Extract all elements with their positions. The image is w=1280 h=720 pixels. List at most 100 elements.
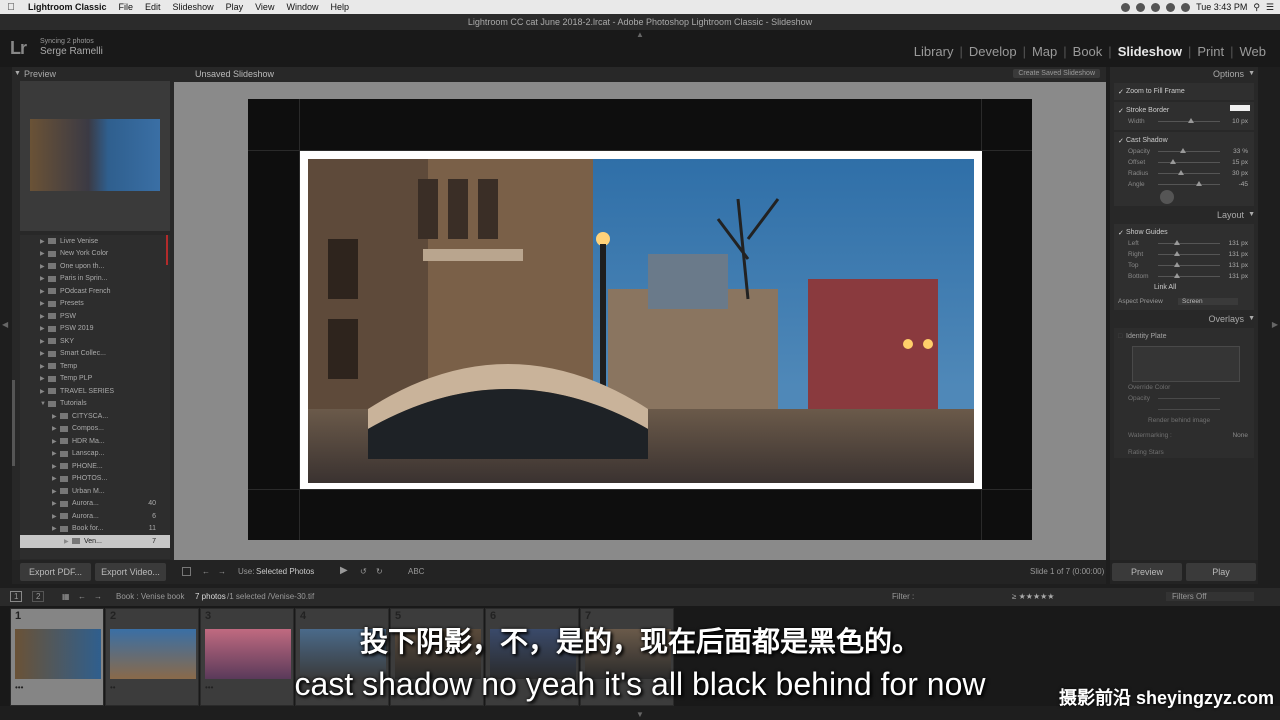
export-video-button[interactable]: Export Video... <box>95 563 166 581</box>
disclosure-triangle-icon[interactable]: ▶ <box>40 250 48 257</box>
sync-status[interactable]: Syncing 2 photos <box>40 38 94 45</box>
stroke-color-swatch[interactable] <box>1230 105 1250 111</box>
menu-list-icon[interactable]: ☰ <box>1266 2 1274 13</box>
filters-off-select[interactable]: Filters Off <box>1166 592 1254 601</box>
right-guide-slider[interactable]: Right 131 px <box>1118 249 1250 260</box>
slide-photo[interactable] <box>308 159 974 483</box>
export-pdf-button[interactable]: Export PDF... <box>20 563 91 581</box>
slide-canvas[interactable] <box>248 99 1032 540</box>
collection-item[interactable]: ▶ New York Color <box>20 248 170 261</box>
collection-item[interactable]: ▶ POdcast French <box>20 285 170 298</box>
menu-window[interactable]: Window <box>280 2 324 12</box>
left-guide-slider[interactable]: Left 131 px <box>1118 238 1250 249</box>
disclosure-triangle-icon[interactable]: ▶ <box>40 238 48 245</box>
collection-item[interactable]: ▶ SKY <box>20 335 170 348</box>
collection-item[interactable]: ▶ Lanscap... <box>20 448 170 461</box>
collection-item[interactable]: ▶ TRAVEL SERIES <box>20 385 170 398</box>
disclosure-triangle-icon[interactable]: ▶ <box>64 538 72 545</box>
module-book[interactable]: Book <box>1067 44 1109 59</box>
angle-slider[interactable]: Angle -45 <box>1118 179 1250 190</box>
module-print[interactable]: Print <box>1191 44 1230 59</box>
angle-dial-icon[interactable] <box>1160 190 1174 204</box>
menu-edit[interactable]: Edit <box>139 2 167 12</box>
render-behind-checkbox[interactable]: Render behind image <box>1118 415 1250 426</box>
offset-slider[interactable]: Offset 15 px <box>1118 157 1250 168</box>
stop-icon[interactable] <box>182 567 191 576</box>
show-guides-checkbox[interactable]: ✓ Show Guides <box>1118 227 1250 238</box>
clock[interactable]: Tue 3:43 PM <box>1196 2 1247 12</box>
left-panel-toggle-icon[interactable]: ◀ <box>2 320 8 329</box>
collection-item[interactable]: ▶ PHONE... <box>20 460 170 473</box>
collection-item[interactable]: ▶ Presets <box>20 298 170 311</box>
rating-filter-stars-icon[interactable]: ≥ ★★★★★ <box>1012 592 1054 601</box>
use-select[interactable]: Selected Photos <box>256 567 314 576</box>
identity-scale-slider[interactable] <box>1118 404 1250 415</box>
module-library[interactable]: Library <box>908 44 960 59</box>
filmstrip-source[interactable]: Book : Venise book <box>116 592 185 601</box>
identity-plate-preview[interactable] <box>1132 346 1240 382</box>
bottom-panel-toggle-icon[interactable]: ▼ <box>636 710 644 719</box>
view-2-button[interactable]: 2 <box>32 591 45 602</box>
right-panel-toggle-icon[interactable]: ▶ <box>1272 320 1278 329</box>
top-guide-slider[interactable]: Top 131 px <box>1118 260 1250 271</box>
status-icon[interactable] <box>1136 2 1146 12</box>
collection-item[interactable]: ▶ Temp PLP <box>20 373 170 386</box>
radius-slider[interactable]: Radius 30 px <box>1118 168 1250 179</box>
module-develop[interactable]: Develop <box>963 44 1023 59</box>
collection-item[interactable]: ▶ CITYSCA... <box>20 410 170 423</box>
disclosure-triangle-icon[interactable]: ▶ <box>40 263 48 270</box>
disclosure-triangle-icon[interactable]: ▶ <box>52 525 60 532</box>
collection-item[interactable]: ▶ Urban M... <box>20 485 170 498</box>
wifi-icon[interactable] <box>1166 2 1176 12</box>
disclosure-triangle-icon[interactable]: ▶ <box>40 350 48 357</box>
back-arrow-icon[interactable]: ← <box>78 592 86 601</box>
volume-icon[interactable] <box>1181 2 1191 12</box>
bottom-guide-slider[interactable]: Bottom 131 px <box>1118 271 1250 282</box>
play-icon[interactable]: ▶ <box>340 565 348 576</box>
options-header[interactable]: Options ▼ <box>1110 67 1258 81</box>
disclosure-triangle-icon[interactable]: ▶ <box>40 375 48 382</box>
disclosure-triangle-icon[interactable]: ▶ <box>40 325 48 332</box>
play-button[interactable]: Play <box>1186 563 1256 581</box>
collection-item[interactable]: ▶ Livre Venise <box>20 235 170 248</box>
disclosure-triangle-icon[interactable]: ▶ <box>40 313 48 320</box>
collection-item[interactable]: ▶ Smart Collec... <box>20 348 170 361</box>
cast-shadow-checkbox[interactable]: ✓ Cast Shadow <box>1118 135 1250 146</box>
disclosure-triangle-icon[interactable]: ▼ <box>40 401 48 407</box>
zoom-to-fill-checkbox[interactable]: ✓ Zoom to Fill Frame <box>1118 86 1250 97</box>
disclosure-triangle-icon[interactable]: ▶ <box>40 300 48 307</box>
disclosure-triangle-icon[interactable]: ▶ <box>40 338 48 345</box>
collection-item[interactable]: ▶ One upon th... <box>20 260 170 273</box>
previous-arrow-icon[interactable]: ← <box>202 567 210 576</box>
guide-line-bottom[interactable] <box>248 489 1032 490</box>
next-arrow-icon[interactable]: → <box>218 567 226 576</box>
preview-header[interactable]: ▼ Preview <box>12 67 174 81</box>
collection-item[interactable]: ▶ Compos... <box>20 423 170 436</box>
aspect-preview-select[interactable]: Screen <box>1178 298 1238 305</box>
collapse-triangle-icon[interactable]: ▼ <box>1248 208 1255 222</box>
collection-item[interactable]: ▶ PSW <box>20 310 170 323</box>
disclosure-triangle-icon[interactable]: ▶ <box>52 475 60 482</box>
collection-item[interactable]: ▶ Aurora... 6 <box>20 510 170 523</box>
collection-item[interactable]: ▶ Book for... 11 <box>20 523 170 536</box>
disclosure-triangle-icon[interactable]: ▶ <box>40 363 48 370</box>
preview-button[interactable]: Preview <box>1112 563 1182 581</box>
rotate-left-icon[interactable]: ↺ <box>360 567 367 576</box>
overlays-header[interactable]: Overlays ▼ <box>1110 312 1258 326</box>
disclosure-triangle-icon[interactable]: ▶ <box>52 513 60 520</box>
module-web[interactable]: Web <box>1234 44 1273 59</box>
disclosure-triangle-icon[interactable]: ▶ <box>40 388 48 395</box>
disclosure-triangle-icon[interactable]: ▶ <box>52 463 60 470</box>
create-saved-slideshow-button[interactable]: Create Saved Slideshow <box>1013 69 1100 78</box>
add-text-button[interactable]: ABC <box>408 567 424 576</box>
collection-item[interactable]: ▼ Tutorials <box>20 398 170 411</box>
collection-item[interactable]: ▶ PSW 2019 <box>20 323 170 336</box>
module-slideshow[interactable]: Slideshow <box>1112 44 1188 59</box>
spotlight-icon[interactable]: ⚲ <box>1253 2 1260 13</box>
disclosure-triangle-icon[interactable]: ▶ <box>52 425 60 432</box>
width-slider[interactable]: Width 10 px <box>1118 116 1250 127</box>
forward-arrow-icon[interactable]: → <box>94 592 102 601</box>
collapse-triangle-icon[interactable]: ▼ <box>14 67 21 81</box>
collection-item[interactable]: ▶ Ven... 7 <box>20 535 170 548</box>
identity-plate-checkbox[interactable]: □ Identity Plate <box>1118 331 1250 342</box>
